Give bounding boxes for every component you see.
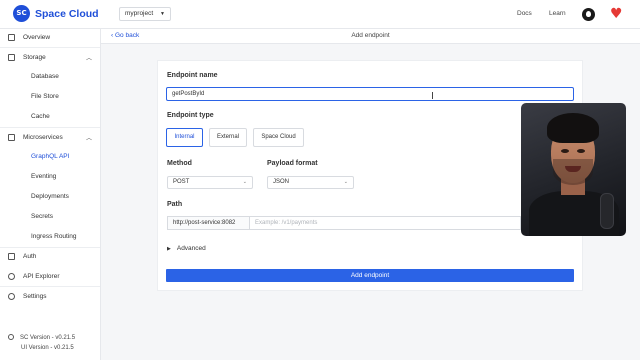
chevron-down-icon: ⌄: [242, 179, 247, 185]
path-label: Path: [167, 201, 183, 208]
sidebar-item-storage[interactable]: Storage ︿: [0, 51, 100, 65]
sidebar-item-label: Overview: [23, 34, 51, 41]
sidebar-subitem-database[interactable]: Database: [31, 73, 59, 80]
gear-icon: [8, 293, 15, 300]
webcam-overlay: [521, 103, 626, 236]
endpoint-name-label: Endpoint name: [167, 72, 218, 79]
sidebar-subitem-ingress-routing[interactable]: Ingress Routing: [31, 233, 77, 240]
sidebar-subitem-eventing[interactable]: Eventing: [31, 173, 56, 180]
project-select[interactable]: myproject ▼: [119, 7, 171, 21]
presenter-hair: [547, 113, 599, 143]
chevron-up-icon: ︿: [85, 56, 92, 62]
text-cursor-icon: [432, 92, 433, 99]
sidebar-subitem-cache[interactable]: Cache: [31, 113, 50, 120]
payload-format-select-value: JSON: [273, 179, 290, 185]
project-select-value: myproject: [125, 10, 154, 17]
info-icon: [8, 334, 14, 340]
learn-link[interactable]: Learn: [549, 10, 566, 17]
divider: [0, 286, 100, 287]
method-select-value: POST: [173, 179, 190, 185]
database-icon: [8, 54, 15, 61]
sidebar-item-auth[interactable]: Auth: [0, 250, 100, 264]
advanced-toggle[interactable]: ▶ Advanced: [167, 245, 206, 252]
presenter-eye: [577, 149, 585, 153]
brand-name[interactable]: Space Cloud: [35, 8, 99, 20]
endpoint-name-input[interactable]: getPostById: [166, 87, 574, 101]
caret-right-icon: ▶: [167, 246, 171, 252]
sidebar-item-label: API Explorer: [23, 273, 60, 280]
path-prefix-addon: http://post-service:8082: [167, 216, 249, 230]
heart-icon[interactable]: ♥: [610, 7, 623, 21]
page-title: Add endpoint: [351, 32, 390, 39]
sidebar-item-overview[interactable]: Overview: [0, 31, 100, 45]
sidebar-subitem-secrets[interactable]: Secrets: [31, 213, 53, 220]
sidebar-item-label: Microservices: [23, 134, 63, 141]
sidebar-subitem-file-store[interactable]: File Store: [31, 93, 59, 100]
chevron-up-icon: ︿: [85, 136, 92, 142]
sidebar-item-label: Auth: [23, 253, 37, 260]
endpoint-type-external[interactable]: External: [209, 128, 247, 147]
sub-header: ‹ Go back Add endpoint: [101, 29, 640, 44]
sidebar-item-settings[interactable]: Settings: [0, 290, 100, 304]
sc-version: SC Version - v0.21.5: [8, 334, 75, 341]
divider: [0, 127, 100, 128]
caret-down-icon: ▼: [160, 11, 165, 17]
presenter-eye: [561, 149, 569, 153]
endpoint-type-internal[interactable]: Internal: [166, 128, 203, 147]
key-icon: [8, 253, 15, 260]
microphone-icon: [600, 193, 614, 229]
chevron-down-icon: ⌄: [343, 179, 348, 185]
payload-format-label: Payload format: [267, 160, 318, 167]
grid-icon: [8, 134, 15, 141]
space-cloud-logo-icon[interactable]: SC: [13, 5, 30, 22]
sidebar-subitem-deployments[interactable]: Deployments: [31, 193, 69, 200]
method-label: Method: [167, 160, 192, 167]
presenter-beard: [553, 159, 593, 185]
docs-link[interactable]: Docs: [517, 10, 532, 17]
add-endpoint-button[interactable]: Add endpoint: [166, 269, 574, 282]
divider: [0, 47, 100, 48]
endpoint-type-label: Endpoint type: [167, 112, 214, 119]
sidebar-item-microservices[interactable]: Microservices ︿: [0, 131, 100, 145]
sidebar: Overview Storage ︿ Database File Store C…: [0, 29, 101, 360]
method-select[interactable]: POST ⌄: [167, 176, 253, 189]
compass-icon: [8, 273, 15, 280]
home-icon: [8, 34, 15, 41]
top-header: SC Space Cloud myproject ▼ Docs Learn ♥: [0, 0, 640, 29]
divider: [0, 247, 100, 248]
ui-version: UI Version - v0.21.5: [21, 345, 74, 351]
sidebar-item-api-explorer[interactable]: API Explorer: [0, 270, 100, 284]
endpoint-type-space-cloud[interactable]: Space Cloud: [253, 128, 304, 147]
advanced-label: Advanced: [176, 245, 206, 252]
github-icon[interactable]: [582, 8, 595, 21]
sidebar-item-label: Storage: [23, 54, 46, 61]
path-input[interactable]: Example: /v1/payments: [249, 216, 521, 230]
sidebar-subitem-graphql-api[interactable]: GraphQL API: [31, 153, 69, 160]
sidebar-item-label: Settings: [23, 293, 47, 300]
payload-format-select[interactable]: JSON ⌄: [267, 176, 354, 189]
